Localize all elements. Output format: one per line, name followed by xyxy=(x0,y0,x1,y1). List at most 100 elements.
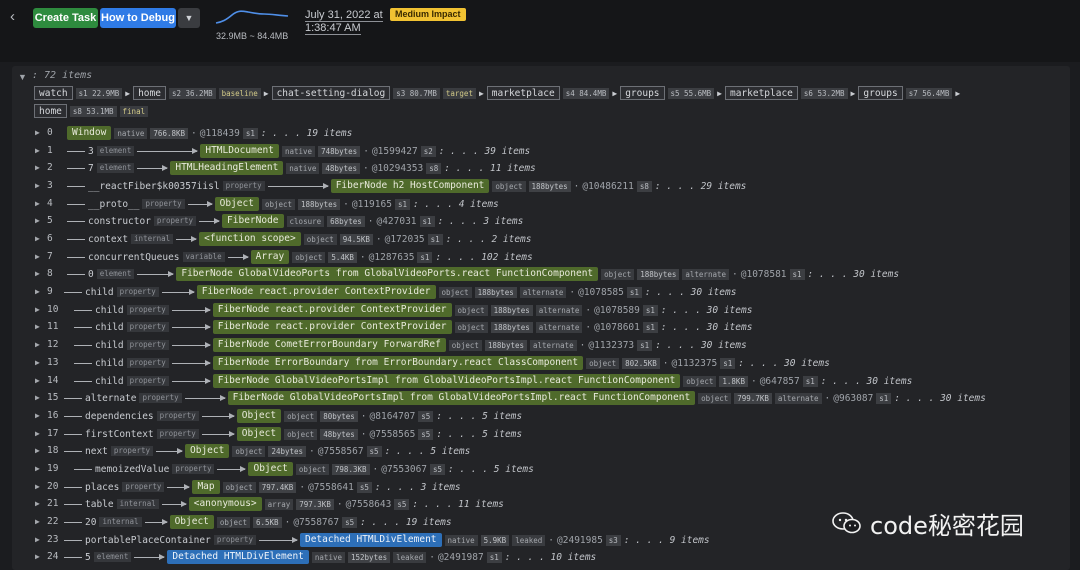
expand-caret-icon[interactable]: ▶ xyxy=(35,128,40,137)
child-count[interactable]: : . . . 3 items xyxy=(375,482,461,493)
child-count[interactable]: : . . . 30 items xyxy=(655,340,747,351)
expand-caret-icon[interactable]: ▶ xyxy=(35,358,40,367)
retainer-row[interactable]: ▶ 15 alternate property FiberNode GlobalVide… xyxy=(12,390,1070,406)
snapshot-node[interactable]: marketplace xyxy=(486,86,560,100)
expand-caret-icon[interactable]: ▶ xyxy=(35,340,40,349)
retainer-row[interactable]: ▶ 17 firstContext property Object object 48byt… xyxy=(12,426,1070,442)
expand-caret-icon[interactable]: ▶ xyxy=(35,393,40,402)
retainer-row[interactable]: ▶ 4 __proto__ property Object object 188bytes ·… xyxy=(12,196,1070,212)
node-name[interactable]: Object xyxy=(169,515,214,529)
node-name[interactable]: FiberNode GlobalVideoPorts from GlobalVi… xyxy=(176,267,599,281)
node-name[interactable]: FiberNode ErrorBoundary from ErrorBounda… xyxy=(212,356,584,370)
child-count[interactable]: : . . . 30 items xyxy=(821,376,913,387)
child-count[interactable]: : . . . 19 items xyxy=(261,128,353,139)
child-count[interactable]: : . . . 3 items xyxy=(438,216,524,227)
retainer-row[interactable]: ▶ 24 5 element Detached HTMLDivElement native… xyxy=(12,549,1070,565)
expand-caret-icon[interactable]: ▶ xyxy=(35,429,40,438)
expand-caret-icon[interactable]: ▶ xyxy=(35,234,40,243)
expand-caret-icon[interactable]: ▶ xyxy=(35,322,40,331)
node-name[interactable]: <function scope> xyxy=(199,232,301,246)
node-name[interactable]: Window xyxy=(67,126,112,140)
node-name[interactable]: <anonymous> xyxy=(188,497,262,511)
snapshot-node[interactable]: groups xyxy=(620,86,665,100)
expand-caret-icon[interactable]: ▶ xyxy=(35,535,40,544)
snapshot-time[interactable]: 1:38:47 AM xyxy=(305,22,361,35)
snapshot-node[interactable]: home xyxy=(34,104,67,118)
node-name[interactable]: FiberNode react.provider ContextProvider xyxy=(212,320,452,334)
expand-caret-icon[interactable]: ▶ xyxy=(35,305,40,314)
child-count[interactable]: : . . . 11 items xyxy=(444,163,536,174)
retainer-row[interactable]: ▶ 18 next property Object object 24bytes · @7558… xyxy=(12,443,1070,459)
retainer-row[interactable]: ▶ 14 child property FiberNode GlobalVideoPor… xyxy=(12,373,1070,389)
expand-caret-icon[interactable]: ▶ xyxy=(35,199,40,208)
child-count[interactable]: : . . . 30 items xyxy=(661,322,753,333)
retainer-row[interactable]: ▶ 11 child property FiberNode react.provider… xyxy=(12,319,1070,335)
node-name[interactable]: Detached HTMLDivElement xyxy=(167,550,309,564)
retainer-row[interactable]: ▶ 6 context internal <function scope> object 9… xyxy=(12,231,1070,247)
retainer-row[interactable]: ▶ 3 __reactFiber$k00357iisl property FiberNo… xyxy=(12,178,1070,194)
expand-caret-icon[interactable]: ▶ xyxy=(35,216,40,225)
snapshot-node[interactable]: watch xyxy=(34,86,73,100)
node-name[interactable]: FiberNode react.provider ContextProvider xyxy=(196,285,436,299)
retainer-row[interactable]: ▶ 10 child property FiberNode react.provider… xyxy=(12,302,1070,318)
node-name[interactable]: FiberNode h2 HostComponent xyxy=(330,179,490,193)
create-task-button[interactable]: Create Task xyxy=(33,8,98,28)
child-count[interactable]: : . . . 30 items xyxy=(645,287,737,298)
expand-caret-icon[interactable]: ▶ xyxy=(35,146,40,155)
child-count[interactable]: : . . . 102 items xyxy=(435,252,532,263)
retainer-row[interactable]: ▶ 2 7 element HTMLHeadingElement native 48byte… xyxy=(12,160,1070,176)
child-count[interactable]: : . . . 30 items xyxy=(808,269,900,280)
snapshot-date[interactable]: July 31, 2022 at xyxy=(305,9,383,22)
node-name[interactable]: Object xyxy=(248,462,293,476)
expand-caret-icon[interactable]: ▶ xyxy=(35,517,40,526)
retainer-row[interactable]: ▶ 7 concurrentQueues variable Array object 5.4… xyxy=(12,249,1070,265)
node-name[interactable]: FiberNode xyxy=(222,214,284,228)
expand-caret-icon[interactable]: ▶ xyxy=(35,499,40,508)
node-name[interactable]: Object xyxy=(214,197,259,211)
node-name[interactable]: FiberNode react.provider ContextProvider xyxy=(212,303,452,317)
retainer-row[interactable]: ▶ 19 memoizedValue property Object object 798.… xyxy=(12,461,1070,477)
child-count[interactable]: : . . . 5 items xyxy=(436,411,522,422)
retainer-row[interactable]: ▶ 12 child property FiberNode CometErrorBoun… xyxy=(12,337,1070,353)
child-count[interactable]: : . . . 5 items xyxy=(436,429,522,440)
expand-caret-icon[interactable]: ▶ xyxy=(35,269,40,278)
child-count[interactable]: : . . . 2 items xyxy=(446,234,532,245)
retainer-row[interactable]: ▶ 13 child property FiberNode ErrorBoundary … xyxy=(12,355,1070,371)
caret-down-icon[interactable]: ▼ xyxy=(178,8,200,28)
node-name[interactable]: Object xyxy=(236,409,282,423)
expand-caret-icon[interactable]: ▶ xyxy=(35,181,40,190)
node-name[interactable]: Array xyxy=(250,250,290,264)
retainer-row[interactable]: ▶ 16 dependencies property Object object 80byt… xyxy=(12,408,1070,424)
expand-caret-icon[interactable]: ▶ xyxy=(35,464,40,473)
node-name[interactable]: FiberNode GlobalVideoPortsImpl from Glob… xyxy=(212,374,681,388)
expand-caret-icon[interactable]: ▶ xyxy=(35,552,40,561)
expand-caret-icon[interactable]: ▶ xyxy=(35,482,40,491)
child-count[interactable]: : . . . 4 items xyxy=(413,199,499,210)
child-count[interactable]: : . . . 30 items xyxy=(894,393,986,404)
node-name[interactable]: Object xyxy=(236,427,282,441)
child-count[interactable]: : . . . 30 items xyxy=(738,358,830,369)
node-name[interactable]: HTMLHeadingElement xyxy=(170,161,284,175)
how-to-debug-button[interactable]: How to Debug xyxy=(100,8,176,28)
retainer-row[interactable]: ▶ 20 places property Map object 797.4KB · @75586… xyxy=(12,479,1070,495)
snapshot-node[interactable]: chat-setting-dialog xyxy=(271,86,391,100)
child-count[interactable]: : . . . 10 items xyxy=(505,552,597,563)
child-count[interactable]: : . . . 30 items xyxy=(661,305,753,316)
child-count[interactable]: : . . . 9 items xyxy=(624,535,710,546)
child-count[interactable]: : . . . 11 items xyxy=(412,499,504,510)
retainer-row[interactable]: ▶ 1 3 element HTMLDocument native 748bytes · @15… xyxy=(12,143,1070,159)
child-count[interactable]: : . . . 39 items xyxy=(439,146,531,157)
snapshot-node[interactable]: home xyxy=(133,86,166,100)
retainer-row[interactable]: ▶ 8 0 element FiberNode GlobalVideoPorts fro… xyxy=(12,266,1070,282)
expand-caret-icon[interactable]: ▶ xyxy=(35,411,40,420)
caret-down-icon[interactable]: ▼ xyxy=(18,72,27,82)
retainer-row[interactable]: ▶ 0 Window native 766.8KB · @118439 s1: . . . 1… xyxy=(12,125,1070,141)
snapshot-node[interactable]: marketplace xyxy=(724,86,798,100)
chevron-left-icon[interactable]: ‹ xyxy=(10,9,26,25)
child-count[interactable]: : . . . 29 items xyxy=(655,181,747,192)
snapshot-node[interactable]: groups xyxy=(858,86,903,100)
child-count[interactable]: : . . . 5 items xyxy=(448,464,534,475)
node-name[interactable]: Object xyxy=(185,444,230,458)
expand-caret-icon[interactable]: ▶ xyxy=(35,163,40,172)
expand-caret-icon[interactable]: ▶ xyxy=(35,252,40,261)
